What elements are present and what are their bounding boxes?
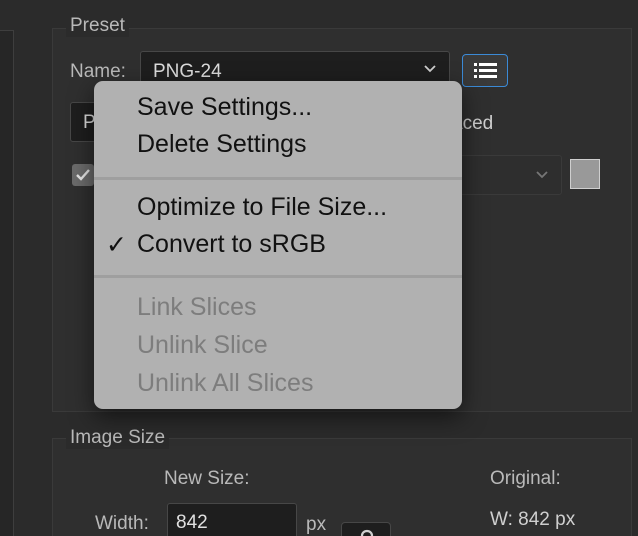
width-unit: px bbox=[306, 514, 327, 535]
matte-select[interactable] bbox=[450, 155, 562, 195]
preset-name-value: PNG-24 bbox=[153, 61, 222, 82]
menu-item-unlink-slice: Unlink Slice bbox=[137, 331, 268, 359]
width-label: Width: bbox=[95, 513, 149, 534]
preview-pane bbox=[0, 30, 14, 536]
link-dimensions-button[interactable] bbox=[341, 522, 391, 536]
new-size-label: New Size: bbox=[164, 468, 250, 489]
original-width: W: 842 px bbox=[490, 509, 576, 530]
checkmark-icon: ✓ bbox=[106, 231, 127, 259]
menu-separator bbox=[94, 177, 462, 180]
menu-item-delete-settings[interactable]: Delete Settings bbox=[137, 130, 307, 159]
export-dialog: Preset Name: PNG-24 P aced Image Size Ne… bbox=[0, 0, 638, 536]
preset-title: Preset bbox=[66, 15, 129, 37]
menu-item-link-slices: Link Slices bbox=[137, 293, 257, 321]
chevron-down-icon bbox=[536, 171, 548, 179]
checkmark-icon bbox=[76, 169, 90, 181]
name-label: Name: bbox=[70, 61, 126, 82]
matte-color-swatch[interactable] bbox=[570, 159, 600, 189]
transparency-checkbox[interactable] bbox=[72, 164, 94, 186]
preset-options-menu: Save Settings... Delete Settings Optimiz… bbox=[94, 81, 462, 409]
menu-item-optimize-file-size[interactable]: Optimize to File Size... bbox=[137, 193, 387, 222]
menu-item-unlink-all-slices: Unlink All Slices bbox=[137, 369, 314, 397]
original-label: Original: bbox=[490, 468, 561, 489]
width-input[interactable] bbox=[167, 503, 297, 536]
preset-menu-button[interactable] bbox=[462, 54, 508, 87]
chevron-down-icon bbox=[424, 65, 436, 73]
menu-item-save-settings[interactable]: Save Settings... bbox=[137, 93, 312, 122]
list-menu-icon bbox=[474, 63, 497, 78]
menu-separator bbox=[94, 275, 462, 278]
menu-item-convert-srgb[interactable]: Convert to sRGB bbox=[137, 230, 326, 259]
image-size-title: Image Size bbox=[66, 427, 170, 449]
link-icon bbox=[360, 529, 374, 536]
